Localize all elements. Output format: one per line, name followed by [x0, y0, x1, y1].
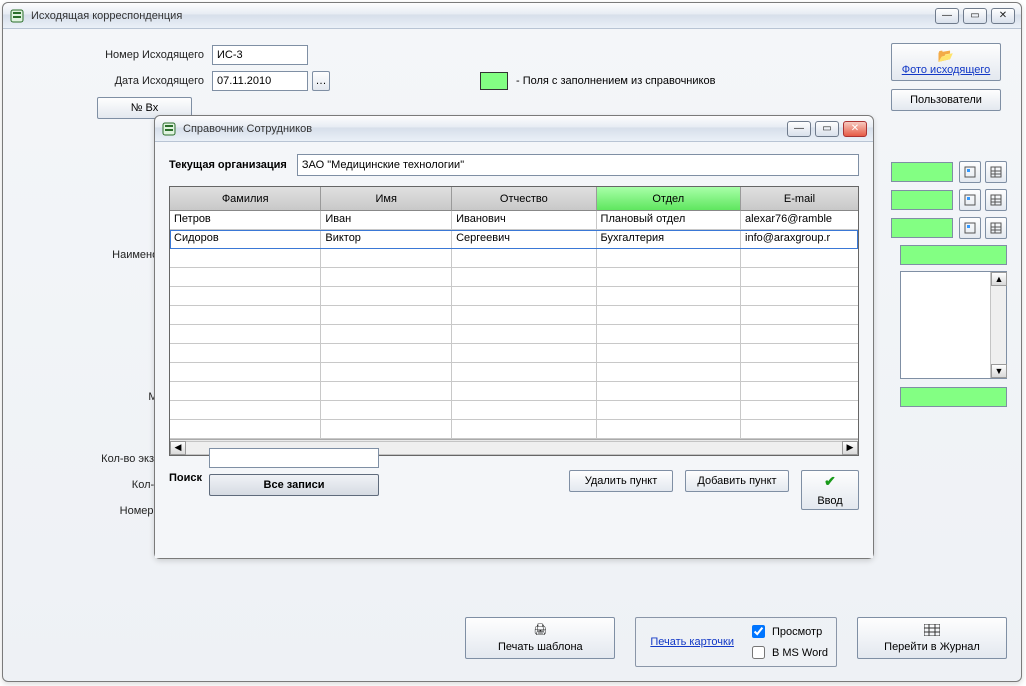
- table-row[interactable]: [170, 382, 858, 401]
- scroll-right-icon[interactable]: ▶: [842, 441, 858, 455]
- lookup-icon[interactable]: [959, 189, 981, 211]
- org-label: Текущая организация: [169, 159, 287, 171]
- enter-button[interactable]: ✔ Ввод: [801, 470, 859, 510]
- lookup-icon[interactable]: [959, 161, 981, 183]
- grid-icon: [924, 624, 940, 636]
- grid-icon[interactable]: [985, 189, 1007, 211]
- subject-textarea[interactable]: ▲ ▼: [900, 271, 1007, 379]
- employees-grid[interactable]: Фамилия Имя Отчество Отдел E-mail Петров…: [169, 186, 859, 456]
- grid-header: Фамилия Имя Отчество Отдел E-mail: [170, 187, 858, 211]
- grid-icon[interactable]: [985, 161, 1007, 183]
- dialog-titlebar[interactable]: Справочник Сотрудников — ▭ ✕: [155, 116, 873, 142]
- maximize-button[interactable]: ▭: [963, 8, 987, 24]
- out-date-input[interactable]: [212, 71, 308, 91]
- label-out-no: Номер Исходящего: [17, 49, 212, 61]
- recipient-field[interactable]: [891, 162, 953, 182]
- app-icon: [161, 121, 177, 137]
- main-titlebar[interactable]: Исходящая корреспонденция — ▭ ✕: [3, 3, 1021, 29]
- dialog-title: Справочник Сотрудников: [183, 123, 787, 135]
- col-name[interactable]: Имя: [321, 187, 452, 211]
- org-input[interactable]: [297, 154, 859, 176]
- executor-field[interactable]: [891, 218, 953, 238]
- label-out-date: Дата Исходящего: [17, 75, 212, 87]
- search-label: Поиск: [169, 472, 202, 484]
- employees-dialog: Справочник Сотрудников — ▭ ✕ Текущая орг…: [154, 115, 874, 559]
- col-department[interactable]: Отдел: [597, 187, 741, 211]
- table-row[interactable]: [170, 363, 858, 382]
- out-no-input[interactable]: [212, 45, 308, 65]
- photo-outgoing-button[interactable]: 📂 Фото исходящего: [891, 43, 1001, 81]
- all-records-button[interactable]: Все записи: [209, 474, 379, 496]
- scrollbar[interactable]: ▲ ▼: [990, 272, 1006, 378]
- dialog-maximize-button[interactable]: ▭: [815, 121, 839, 137]
- col-email[interactable]: E-mail: [741, 187, 858, 211]
- grid-icon[interactable]: [985, 217, 1007, 239]
- table-row[interactable]: [170, 325, 858, 344]
- users-button[interactable]: Пользователи: [891, 89, 1001, 111]
- col-surname[interactable]: Фамилия: [170, 187, 321, 211]
- table-row[interactable]: [170, 287, 858, 306]
- dialog-minimize-button[interactable]: —: [787, 121, 811, 137]
- table-row-selected[interactable]: Сидоров Виктор Сергеевич Бухгалтерия inf…: [170, 230, 858, 249]
- doc-name-field[interactable]: [900, 245, 1007, 265]
- table-row[interactable]: [170, 268, 858, 287]
- date-picker-button[interactable]: …: [312, 71, 330, 91]
- table-row[interactable]: [170, 344, 858, 363]
- main-title: Исходящая корреспонденция: [31, 10, 935, 22]
- legend: - Поля с заполнением из справочников: [480, 72, 715, 90]
- table-row[interactable]: [170, 401, 858, 420]
- table-row[interactable]: [170, 420, 858, 439]
- minimize-button[interactable]: —: [935, 8, 959, 24]
- scroll-down-icon[interactable]: ▼: [991, 364, 1007, 378]
- location-field[interactable]: [900, 387, 1007, 407]
- print-card-panel: Печать карточки Просмотр В MS Word: [635, 617, 837, 667]
- add-item-button[interactable]: Добавить пункт: [685, 470, 789, 492]
- close-button[interactable]: ✕: [991, 8, 1015, 24]
- col-patronymic[interactable]: Отчество: [452, 187, 596, 211]
- go-to-journal-button[interactable]: Перейти в Журнал: [857, 617, 1007, 659]
- sender-field[interactable]: [891, 190, 953, 210]
- folder-open-icon: 📂: [938, 48, 954, 64]
- msword-checkbox[interactable]: В MS Word: [748, 643, 828, 662]
- dialog-close-button[interactable]: ✕: [843, 121, 867, 137]
- preview-checkbox[interactable]: Просмотр: [748, 622, 828, 641]
- print-template-button[interactable]: 🖨 Печать шаблона: [465, 617, 615, 659]
- print-card-link[interactable]: Печать карточки: [644, 635, 740, 649]
- lookup-icon[interactable]: [959, 217, 981, 239]
- table-atrow[interactable]: [170, 306, 858, 325]
- scroll-left-icon[interactable]: ◀: [170, 441, 186, 455]
- printer-icon: 🖨: [533, 623, 547, 636]
- check-icon: ✔: [824, 473, 836, 490]
- grid-body[interactable]: Петров Иван Иванович Плановый отдел alex…: [170, 211, 858, 439]
- search-input[interactable]: [209, 448, 379, 468]
- scroll-up-icon[interactable]: ▲: [991, 272, 1007, 286]
- delete-item-button[interactable]: Удалить пункт: [569, 470, 673, 492]
- table-row[interactable]: [170, 249, 858, 268]
- legend-color-box: [480, 72, 508, 90]
- table-row[interactable]: Петров Иван Иванович Плановый отдел alex…: [170, 211, 858, 230]
- app-icon: [9, 8, 25, 24]
